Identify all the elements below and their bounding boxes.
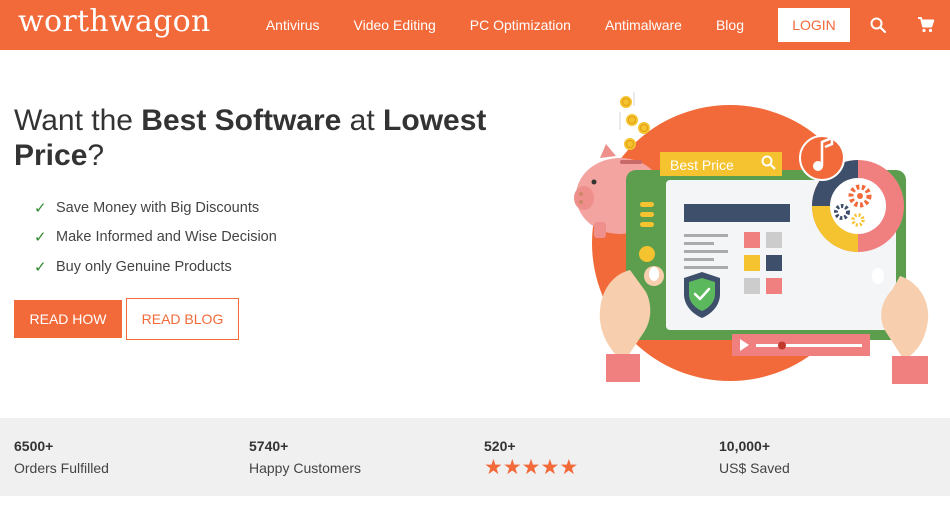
feature-item: ✓ Buy only Genuine Products: [34, 252, 277, 282]
stat-value: 6500+: [14, 438, 54, 454]
read-how-button[interactable]: READ HOW: [14, 300, 122, 338]
check-icon: ✓: [34, 258, 47, 276]
read-blog-button[interactable]: READ BLOG: [126, 298, 239, 340]
title-text: ?: [87, 139, 105, 172]
feature-text: Save Money with Big Discounts: [56, 199, 260, 216]
star-icon: ★: [521, 456, 541, 479]
feature-list: ✓ Save Money with Big Discounts ✓ Make Inf…: [34, 193, 277, 282]
stat-value: 520+: [484, 438, 516, 454]
check-icon: ✓: [34, 229, 47, 247]
nav-item-video-editing[interactable]: Video Editing: [354, 17, 436, 33]
search-bar-label: Best Price: [670, 157, 734, 173]
star-rating: ★ ★ ★ ★ ★: [484, 456, 579, 479]
stat-label: US$ Saved: [719, 460, 790, 476]
nav-item-pc-optimization[interactable]: PC Optimization: [470, 17, 571, 33]
login-button[interactable]: LOGIN: [778, 8, 850, 42]
star-icon: ★: [559, 456, 579, 479]
star-icon: ★: [502, 456, 522, 479]
feature-item: ✓ Save Money with Big Discounts: [34, 193, 277, 223]
hero-title: Want the Best Software at Lowest Price?: [14, 103, 494, 173]
title-text: Want the: [14, 104, 142, 137]
stat-saved: 10,000+ US$ Saved: [719, 438, 790, 476]
feature-text: Make Informed and Wise Decision: [56, 229, 277, 246]
stat-customers: 5740+ Happy Customers: [249, 438, 361, 476]
stats-bar: 6500+ Orders Fulfilled 5740+ Happy Custo…: [0, 418, 950, 496]
feature-item: ✓ Make Informed and Wise Decision: [34, 223, 277, 253]
hero-illustration: Best Price: [574, 92, 929, 384]
site-logo[interactable]: worthwagon: [18, 4, 211, 39]
title-bold-best-software: Best Software: [141, 104, 342, 137]
star-icon: ★: [540, 456, 560, 479]
stat-label: Orders Fulfilled: [14, 460, 109, 476]
title-text: at: [341, 104, 384, 137]
stat-reviews: 520+ ★ ★ ★ ★ ★: [484, 438, 578, 478]
search-icon[interactable]: [868, 15, 888, 35]
check-icon: ✓: [34, 199, 47, 217]
nav-links: Antivirus Video Editing PC Optimization …: [266, 0, 950, 50]
stat-label: Happy Customers: [249, 460, 362, 476]
nav-item-antimalware[interactable]: Antimalware: [605, 17, 682, 33]
stat-value: 10,000+: [719, 438, 770, 454]
stat-value: 5740+: [249, 438, 289, 454]
top-navbar: worthwagon Antivirus Video Editing PC Op…: [0, 0, 950, 50]
music-note-icon: [799, 135, 845, 181]
star-icon: ★: [484, 456, 503, 479]
nav-item-blog[interactable]: Blog: [716, 17, 744, 33]
video-player-bar: [732, 334, 870, 356]
feature-text: Buy only Genuine Products: [56, 258, 232, 275]
price-search-bar: Best Price: [660, 152, 782, 176]
cart-icon[interactable]: [916, 15, 936, 35]
stat-orders: 6500+ Orders Fulfilled: [14, 438, 109, 476]
nav-item-antivirus[interactable]: Antivirus: [266, 17, 320, 33]
